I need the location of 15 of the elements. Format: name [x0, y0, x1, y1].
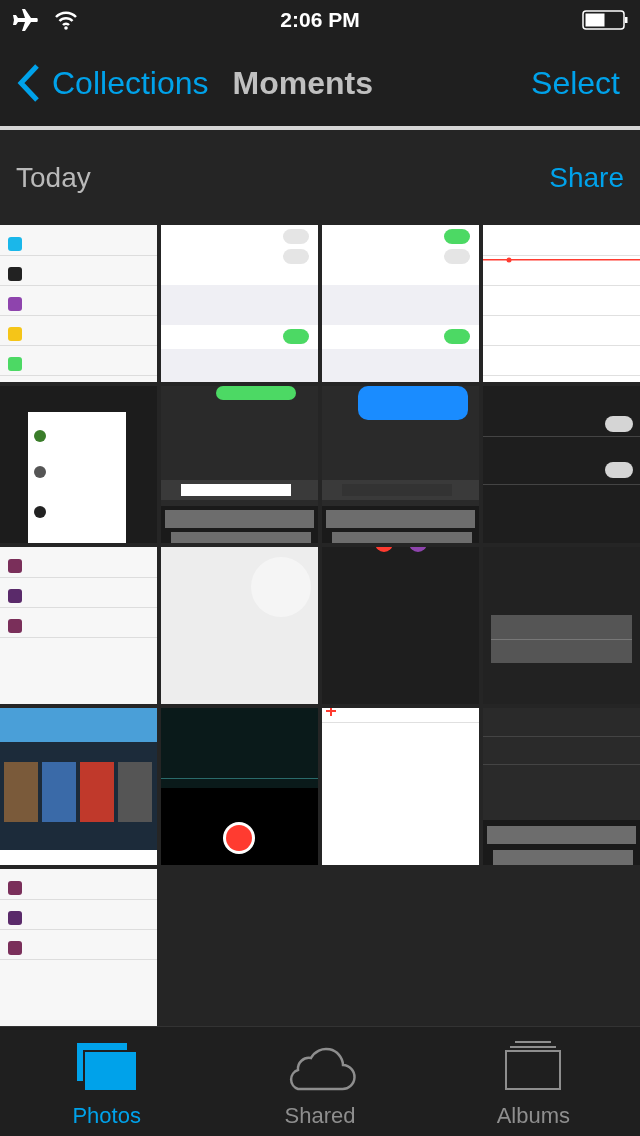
tab-button[interactable]: Shared	[213, 1027, 427, 1136]
select-button[interactable]: Select	[531, 59, 624, 107]
tab-button[interactable]: Albums	[426, 1027, 640, 1136]
tab-button[interactable]: Photos	[0, 1027, 214, 1136]
chevron-left-icon	[16, 63, 40, 103]
albums-icon	[504, 1041, 563, 1091]
battery-icon	[582, 10, 628, 30]
airplane-icon	[12, 9, 38, 31]
nav-title: Moments	[232, 64, 373, 103]
photos-icon	[76, 1043, 137, 1091]
status-time: 2:06 PM	[280, 7, 360, 34]
share-button[interactable]: Share	[549, 156, 624, 199]
section-title: Today	[16, 160, 91, 195]
wifi-icon	[54, 10, 78, 30]
back-button[interactable]: Collections	[16, 59, 209, 107]
